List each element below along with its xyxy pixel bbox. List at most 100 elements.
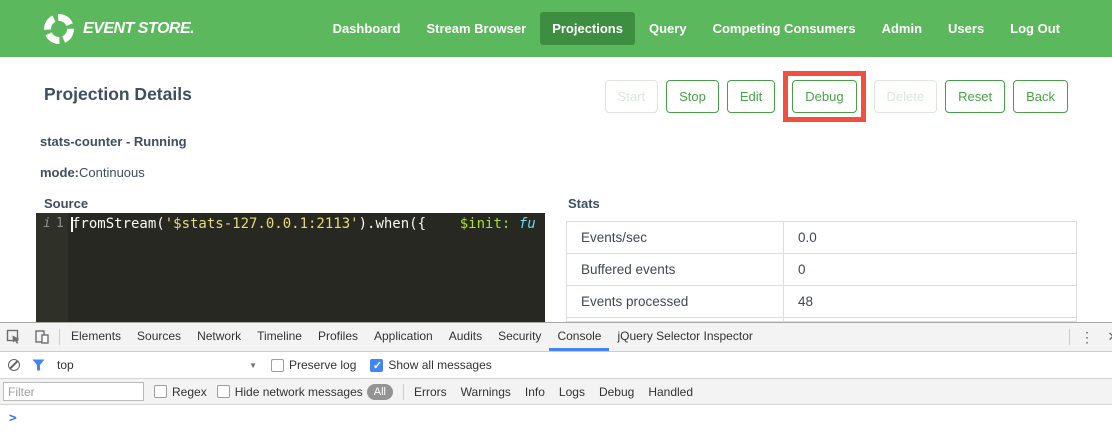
filter-level-errors[interactable]: Errors: [414, 385, 447, 399]
devtools-tab-bar: Elements Sources Network Timeline Profil…: [0, 323, 1112, 352]
tab-timeline[interactable]: Timeline: [249, 323, 310, 351]
stats-table: Events/sec 0.0 Buffered events 0 Events …: [566, 221, 1077, 322]
filter-level-info[interactable]: Info: [525, 385, 545, 399]
regex-label: Regex: [172, 385, 207, 399]
code-segment: fromStream(: [72, 216, 165, 232]
editor-gutter: i 1: [36, 213, 68, 322]
nav-item-projections[interactable]: Projections: [540, 12, 635, 45]
nav-item-stream-browser[interactable]: Stream Browser: [414, 12, 538, 45]
mode-label: mode:: [40, 165, 79, 180]
reset-button[interactable]: Reset: [945, 80, 1005, 113]
regex-checkbox[interactable]: [154, 385, 167, 398]
nav-item-competing-consumers[interactable]: Competing Consumers: [701, 12, 868, 45]
nav-item-users[interactable]: Users: [936, 12, 996, 45]
clear-console-icon[interactable]: [8, 359, 20, 371]
filter-level-all-badge[interactable]: All: [367, 384, 393, 400]
show-all-messages-label: Show all messages: [388, 358, 491, 372]
nav-item-dashboard[interactable]: Dashboard: [321, 12, 413, 45]
line-number: 1: [56, 214, 64, 234]
main-nav: Dashboard Stream Browser Projections Que…: [319, 12, 1072, 45]
show-all-messages-toggle[interactable]: Show all messages: [370, 358, 491, 372]
console-prompt-chevron-icon: >: [9, 411, 17, 426]
context-selector-value: top: [57, 358, 249, 372]
preserve-log-checkbox[interactable]: [271, 359, 284, 372]
source-section-label: Source: [44, 196, 88, 211]
stat-label: Events/sec: [567, 222, 784, 253]
stat-label: Buffered events: [567, 254, 784, 285]
execution-context-selector[interactable]: top ▼: [57, 358, 257, 372]
code-segment: $init:: [460, 216, 511, 232]
filter-level-warnings[interactable]: Warnings: [461, 385, 511, 399]
source-code-editor[interactable]: i 1 fromStream('$stats-127.0.0.1:2113').…: [36, 213, 545, 322]
edit-button[interactable]: Edit: [727, 80, 775, 113]
filter-level-debug[interactable]: Debug: [599, 385, 634, 399]
page-title: Projection Details: [44, 84, 192, 105]
dropdown-arrow-icon: ▼: [249, 361, 257, 370]
tab-profiles[interactable]: Profiles: [310, 323, 366, 351]
regex-toggle[interactable]: Regex: [154, 385, 207, 399]
table-row: Events/sec 0.0: [567, 222, 1076, 254]
tab-security[interactable]: Security: [490, 323, 549, 351]
overflow-menu-icon[interactable]: ⋮: [1073, 323, 1101, 351]
close-icon[interactable]: ✕: [1101, 323, 1112, 351]
code-segment: [426, 216, 460, 232]
tab-network[interactable]: Network: [189, 323, 249, 351]
logo-text: EVENT STORE.: [83, 20, 194, 38]
hide-network-toggle[interactable]: Hide network messages: [217, 385, 363, 399]
stop-button[interactable]: Stop: [666, 80, 719, 113]
start-button[interactable]: Start: [605, 80, 658, 113]
stat-value: 48: [784, 286, 1076, 317]
delete-button[interactable]: Delete: [874, 80, 938, 113]
code-line[interactable]: fromStream('$stats-127.0.0.1:2113').when…: [68, 213, 545, 322]
hide-network-checkbox[interactable]: [217, 385, 230, 398]
stat-label: Events processed: [567, 286, 784, 317]
table-row: Buffered events 0: [567, 254, 1076, 286]
back-button[interactable]: Back: [1013, 80, 1068, 113]
inspect-element-icon[interactable]: [0, 323, 28, 351]
projection-mode: mode:Continuous: [40, 165, 145, 180]
code-segment: ).when({: [359, 216, 426, 232]
tab-console[interactable]: Console: [549, 323, 609, 351]
divider: [403, 384, 404, 400]
stats-section-label: Stats: [568, 196, 600, 211]
projection-action-buttons: Start Stop Edit Debug Delete Reset Back: [605, 70, 1068, 122]
device-toolbar-icon[interactable]: [28, 323, 56, 351]
devtools-panel: Elements Sources Network Timeline Profil…: [0, 322, 1112, 440]
stat-value: 0: [784, 254, 1076, 285]
table-row: Events processed 48: [567, 286, 1076, 318]
divider: [59, 329, 60, 345]
debug-highlight-box: Debug: [783, 71, 865, 122]
logo-ring-icon: [44, 14, 74, 44]
show-all-messages-checkbox[interactable]: [370, 359, 383, 372]
nav-item-logout[interactable]: Log Out: [998, 12, 1072, 45]
tab-jquery-selector-inspector[interactable]: jQuery Selector Inspector: [609, 323, 760, 351]
console-filter-bar: Regex Hide network messages All Errors W…: [0, 378, 1112, 405]
filter-level-handled[interactable]: Handled: [648, 385, 693, 399]
code-segment: fu: [519, 216, 536, 232]
preserve-log-label: Preserve log: [289, 358, 356, 372]
console-prompt[interactable]: >: [0, 405, 1112, 439]
filter-level-logs[interactable]: Logs: [559, 385, 585, 399]
mode-value: Continuous: [79, 165, 145, 180]
eventstore-logo[interactable]: EVENT STORE.: [44, 14, 194, 44]
stat-value: 0.0: [784, 222, 1076, 253]
divider: [1069, 329, 1070, 345]
filter-input[interactable]: [3, 382, 144, 401]
projection-name-status: stats-counter - Running: [40, 134, 187, 149]
tab-application[interactable]: Application: [366, 323, 441, 351]
gutter-annotation-icon: i: [43, 214, 51, 234]
tab-sources[interactable]: Sources: [129, 323, 189, 351]
nav-item-admin[interactable]: Admin: [870, 12, 934, 45]
hide-network-label: Hide network messages: [235, 385, 363, 399]
debug-button[interactable]: Debug: [792, 80, 856, 113]
code-segment: '$stats-127.0.0.1:2113': [165, 216, 359, 232]
console-toolbar: top ▼ Preserve log Show all messages: [0, 352, 1112, 378]
tab-elements[interactable]: Elements: [63, 323, 129, 351]
filter-funnel-icon[interactable]: [32, 359, 45, 371]
nav-item-query[interactable]: Query: [637, 12, 699, 45]
spacer: [761, 323, 1066, 351]
code-segment: [510, 216, 518, 232]
preserve-log-toggle[interactable]: Preserve log: [271, 358, 356, 372]
top-nav-bar: EVENT STORE. Dashboard Stream Browser Pr…: [0, 0, 1112, 57]
tab-audits[interactable]: Audits: [441, 323, 490, 351]
